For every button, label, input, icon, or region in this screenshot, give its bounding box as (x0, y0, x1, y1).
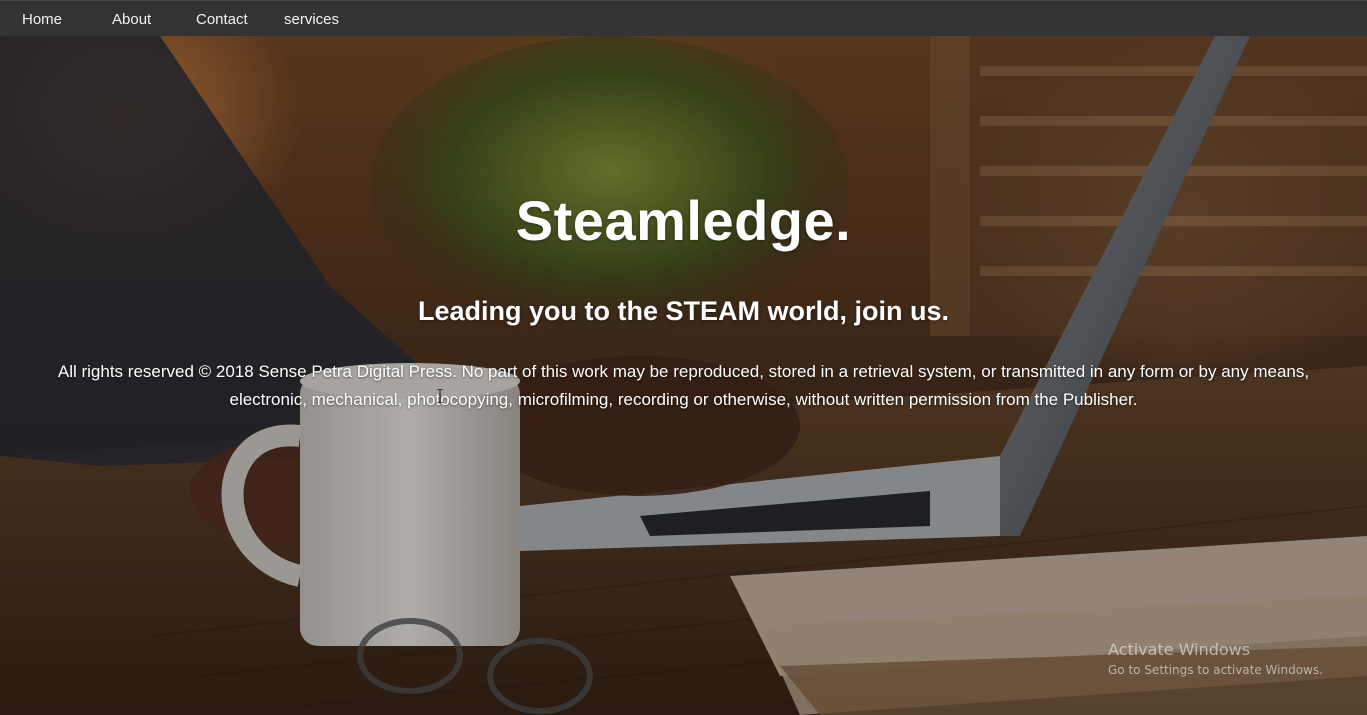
watermark-subtitle: Go to Settings to activate Windows. (1108, 663, 1323, 677)
nav-link-services[interactable]: services (284, 1, 339, 37)
hero-subtitle: Leading you to the STEAM world, join us. (418, 296, 949, 326)
top-navbar: Home About Contact services (0, 0, 1367, 36)
page: Home About Contact services Steamledge. … (0, 0, 1367, 715)
hero-title: Steamledge. (515, 189, 852, 252)
nav-link-home[interactable]: Home (22, 1, 62, 37)
nav-link-about[interactable]: About (112, 1, 151, 37)
activate-windows-watermark: Activate Windows Go to Settings to activ… (1108, 640, 1323, 679)
copyright-text: All rights reserved © 2018 Sense Petra D… (57, 362, 1310, 409)
hero-section: Steamledge. Leading you to the STEAM wor… (0, 36, 1367, 715)
watermark-title: Activate Windows (1108, 640, 1251, 659)
text-cursor-icon (437, 389, 443, 403)
nav-link-contact[interactable]: Contact (196, 1, 248, 37)
